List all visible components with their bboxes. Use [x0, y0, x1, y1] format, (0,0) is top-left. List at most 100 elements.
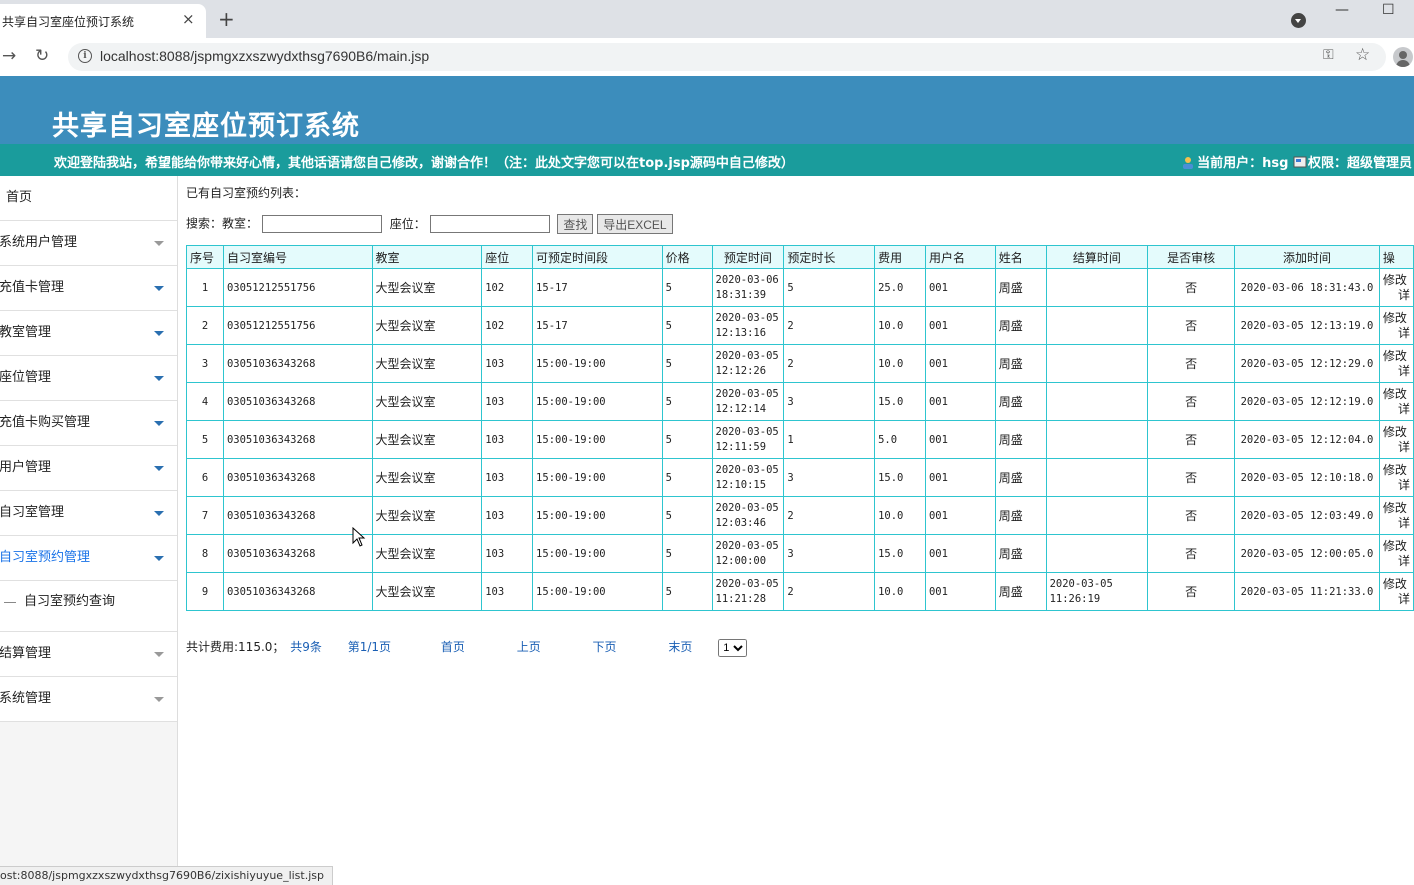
row-actions: 修改详	[1378, 382, 1414, 421]
edit-link[interactable]: 修改	[1383, 425, 1410, 440]
edit-link[interactable]: 修改	[1383, 577, 1410, 592]
table-cell: 否	[1147, 382, 1235, 421]
column-header: 自习室编号	[222, 245, 373, 269]
table-cell: 2020-03-05 11:21:28	[711, 572, 785, 611]
table-cell: 大型会议室	[371, 420, 483, 459]
edit-link[interactable]: 修改	[1383, 387, 1410, 402]
first-page-link[interactable]: 首页	[441, 640, 465, 654]
table-cell: 001	[924, 420, 996, 459]
table-cell: 周盛	[994, 496, 1047, 535]
table-cell: 001	[924, 572, 996, 611]
forward-arrow-icon[interactable]: →	[2, 46, 16, 66]
sidebar-item-study-room[interactable]: 自习室管理	[0, 491, 177, 536]
sidebar-item-users[interactable]: 用户管理	[0, 446, 177, 491]
site-info-icon[interactable]: i	[78, 49, 92, 63]
table-cell: 4	[186, 382, 224, 421]
edit-link[interactable]: 修改	[1383, 311, 1410, 326]
sidebar-item-recharge-card[interactable]: 充值卡管理	[0, 266, 177, 311]
table-cell: 10.0	[874, 306, 926, 345]
table-row: 3 03051036343268 大型会议室 103 15:00-19:00 5 2020-…	[186, 344, 1414, 383]
account-icon[interactable]	[1393, 47, 1413, 67]
edit-link[interactable]: 修改	[1383, 463, 1410, 478]
next-page-link[interactable]: 下页	[593, 640, 617, 654]
table-cell: 2020-03-05 12:10:18.0	[1233, 458, 1380, 497]
sidebar-item-seat[interactable]: 座位管理	[0, 356, 177, 401]
url-field[interactable]: i localhost:8088/jspmgxzxszwydxthsg7690B…	[68, 43, 1386, 71]
chevron-down-icon	[154, 376, 164, 381]
sidebar-item-reservation[interactable]: 自习室预约管理	[0, 536, 177, 581]
table-cell: 2020-03-05 12:03:46	[711, 496, 785, 535]
table-cell: 103	[481, 344, 534, 383]
table-cell: 15:00-19:00	[532, 496, 663, 535]
last-page-link[interactable]: 末页	[668, 640, 692, 654]
minimize-button[interactable]: —	[1335, 2, 1349, 18]
chevron-down-icon	[154, 652, 164, 657]
edit-link[interactable]: 修改	[1383, 273, 1410, 288]
app-title: 共享自习室座位预订系统	[52, 111, 360, 142]
export-excel-button[interactable]: 导出EXCEL	[597, 214, 673, 234]
edit-link[interactable]: 修改	[1383, 539, 1410, 554]
chevron-down-icon	[154, 511, 164, 516]
column-header: 预定时长	[783, 245, 876, 269]
new-tab-button[interactable]: +	[218, 7, 235, 31]
detail-link[interactable]: 详	[1383, 326, 1410, 341]
bookmark-star-icon[interactable]: ☆	[1355, 45, 1370, 65]
table-cell: 2	[783, 306, 876, 345]
table-cell: 2020-03-05 12:12:14	[711, 382, 785, 421]
maximize-button[interactable]: ☐	[1382, 2, 1395, 18]
detail-link[interactable]: 详	[1383, 478, 1410, 493]
reload-icon[interactable]: ↻	[35, 46, 49, 66]
table-cell: 大型会议室	[371, 458, 483, 497]
table-cell: 03051036343268	[222, 344, 373, 383]
table-cell: 2020-03-05 12:10:15	[711, 458, 785, 497]
sidebar-item-system-users[interactable]: 系统用户管理	[0, 221, 177, 266]
classroom-input[interactable]	[261, 215, 382, 233]
page-select[interactable]: 1	[718, 638, 748, 657]
detail-link[interactable]: 详	[1383, 364, 1410, 379]
detail-link[interactable]: 详	[1383, 402, 1410, 417]
edit-link[interactable]: 修改	[1383, 349, 1410, 364]
table-cell: 102	[481, 268, 534, 307]
sidebar-subitem-reservation-query[interactable]: 自习室预约查询	[0, 581, 177, 632]
tab-search-icon[interactable]	[1291, 13, 1306, 28]
search-button[interactable]: 查找	[557, 214, 594, 234]
status-bar-url: ost:8088/jspmgxzxszwydxthsg7690B6/zixish…	[0, 866, 333, 885]
sidebar-item-label: 自习室预约管理	[0, 550, 91, 565]
table-cell: 15-17	[532, 306, 663, 345]
table-cell: 2020-03-05 12:13:19.0	[1233, 306, 1380, 345]
detail-link[interactable]: 详	[1383, 440, 1410, 455]
table-row: 8 03051036343268 大型会议室 103 15:00-19:00 5 2020-…	[186, 534, 1414, 573]
table-cell: 2020-03-05 12:12:04.0	[1233, 420, 1380, 459]
row-actions: 修改详	[1378, 458, 1414, 497]
sidebar-item-settlement[interactable]: 结算管理	[0, 632, 177, 677]
sidebar-item-label: 系统用户管理	[0, 235, 78, 250]
table-cell: 5	[186, 420, 224, 459]
table-cell: 2020-03-05 11:26:19	[1045, 572, 1149, 611]
edit-link[interactable]: 修改	[1383, 501, 1410, 516]
table-cell: 3	[783, 534, 876, 573]
prev-page-link[interactable]: 上页	[517, 640, 541, 654]
detail-link[interactable]: 详	[1383, 516, 1410, 531]
table-cell	[1045, 344, 1149, 383]
table-cell: 103	[481, 572, 534, 611]
table-cell: 15.0	[874, 458, 926, 497]
sidebar-item-card-purchase[interactable]: 充值卡购买管理	[0, 401, 177, 446]
detail-link[interactable]: 详	[1383, 288, 1410, 303]
table-cell: 大型会议室	[371, 572, 483, 611]
sidebar-item-home[interactable]: 首页	[0, 176, 177, 221]
column-header: 结算时间	[1045, 245, 1149, 269]
sidebar-item-classroom[interactable]: 教室管理	[0, 311, 177, 356]
key-icon[interactable]: ⚿	[1323, 47, 1334, 63]
table-cell: 2020-03-06 18:31:43.0	[1233, 268, 1380, 307]
table-cell: 否	[1147, 344, 1235, 383]
tab-close-icon[interactable]: ×	[182, 10, 195, 28]
detail-link[interactable]: 详	[1383, 554, 1410, 569]
table-cell: 7	[186, 496, 224, 535]
detail-link[interactable]: 详	[1383, 592, 1410, 607]
sidebar-item-label: 教室管理	[0, 325, 52, 340]
chevron-down-icon	[154, 286, 164, 291]
sidebar-item-system[interactable]: 系统管理	[0, 677, 177, 722]
browser-tab[interactable]: 共享自习室座位预订系统 ×	[0, 4, 206, 38]
seat-input[interactable]	[429, 215, 550, 233]
table-cell: 否	[1147, 306, 1235, 345]
